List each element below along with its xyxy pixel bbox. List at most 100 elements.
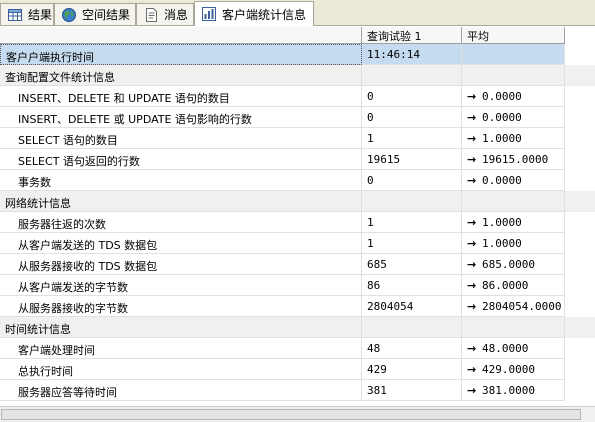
average-cell[interactable]: → 1.0000 (462, 233, 565, 254)
average-value[interactable] (462, 44, 565, 65)
average-value: 2804054.0000 (482, 300, 562, 313)
table-row[interactable]: SELECT 语句返回的行数 19615 → 19615.0000 (0, 149, 595, 170)
trial-value[interactable]: 429 (362, 359, 462, 380)
row-label[interactable]: 客户户端执行时间 (0, 44, 362, 65)
trial-value[interactable]: 19615 (362, 149, 462, 170)
row-label[interactable]: 服务器往返的次数 (0, 212, 362, 233)
tab-client-statistics[interactable]: 客户端统计信息 (194, 1, 314, 26)
table-row[interactable]: 从服务器接收的字节数 2804054 → 2804054.0000 (0, 296, 595, 317)
average-cell[interactable]: → 86.0000 (462, 275, 565, 296)
group-label: 网络统计信息 (0, 191, 362, 212)
average-value: 429.0000 (482, 363, 535, 376)
scrollbar-thumb[interactable] (1, 409, 581, 420)
statistics-icon (201, 6, 217, 22)
horizontal-scrollbar[interactable] (0, 406, 595, 422)
average-value: 1.0000 (482, 237, 522, 250)
row-label[interactable]: 总执行时间 (0, 359, 362, 380)
row-label[interactable]: 从客户端发送的 TDS 数据包 (0, 233, 362, 254)
trial-value[interactable]: 1 (362, 233, 462, 254)
tab-messages[interactable]: 消息 (136, 3, 194, 25)
average-cell[interactable]: → 381.0000 (462, 380, 565, 401)
right-arrow-icon: → (467, 90, 477, 103)
empty-cell (462, 65, 565, 86)
right-arrow-icon: → (467, 174, 477, 187)
grid-icon (7, 7, 23, 23)
average-cell[interactable]: → 0.0000 (462, 170, 565, 191)
row-label[interactable]: INSERT、DELETE 和 UPDATE 语句的数目 (0, 86, 362, 107)
column-header-average[interactable]: 平均 (462, 27, 565, 44)
trial-value[interactable]: 685 (362, 254, 462, 275)
trial-value[interactable]: 2804054 (362, 296, 462, 317)
average-cell[interactable]: → 1.0000 (462, 128, 565, 149)
average-value: 381.0000 (482, 384, 535, 397)
row-label[interactable]: INSERT、DELETE 或 UPDATE 语句影响的行数 (0, 107, 362, 128)
column-header-name[interactable] (0, 27, 362, 44)
row-label[interactable]: 从服务器接收的 TDS 数据包 (0, 254, 362, 275)
average-cell[interactable]: → 429.0000 (462, 359, 565, 380)
trial-value[interactable]: 0 (362, 107, 462, 128)
trial-value[interactable]: 1 (362, 212, 462, 233)
table-row[interactable]: 客户端处理时间 48 → 48.0000 (0, 338, 595, 359)
table-row[interactable]: 从客户端发送的 TDS 数据包 1 → 1.0000 (0, 233, 595, 254)
average-cell[interactable]: → 0.0000 (462, 107, 565, 128)
row-label[interactable]: 从客户端发送的字节数 (0, 275, 362, 296)
average-value: 0.0000 (482, 111, 522, 124)
average-cell[interactable]: → 2804054.0000 (462, 296, 565, 317)
tab-results-label: 结果 (28, 8, 53, 22)
table-row[interactable]: 总执行时间 429 → 429.0000 (0, 359, 595, 380)
right-arrow-icon: → (467, 300, 477, 313)
average-cell[interactable]: → 48.0000 (462, 338, 565, 359)
right-arrow-icon: → (467, 237, 477, 250)
group-header-time: 时间统计信息 (0, 317, 595, 338)
average-cell[interactable]: → 685.0000 (462, 254, 565, 275)
table-row[interactable]: 从服务器接收的 TDS 数据包 685 → 685.0000 (0, 254, 595, 275)
tab-client-statistics-label: 客户端统计信息 (222, 7, 307, 22)
right-arrow-icon: → (467, 363, 477, 376)
table-row[interactable]: 事务数 0 → 0.0000 (0, 170, 595, 191)
row-label[interactable]: 事务数 (0, 170, 362, 191)
average-value: 0.0000 (482, 174, 522, 187)
trial-value[interactable]: 48 (362, 338, 462, 359)
group-label: 查询配置文件统计信息 (0, 65, 362, 86)
tab-spatial-results[interactable]: 空间结果 (54, 3, 136, 25)
average-cell[interactable]: → 19615.0000 (462, 149, 565, 170)
average-value: 685.0000 (482, 258, 535, 271)
trial-value[interactable]: 86 (362, 275, 462, 296)
table-row-client-execution-time[interactable]: 客户户端执行时间 11:46:14 (0, 44, 595, 65)
right-arrow-icon: → (467, 111, 477, 124)
row-label[interactable]: 从服务器接收的字节数 (0, 296, 362, 317)
average-value: 1.0000 (482, 132, 522, 145)
average-value: 1.0000 (482, 216, 522, 229)
column-header-trial[interactable]: 查询试验 1 (362, 27, 462, 44)
table-row[interactable]: 服务器应答等待时间 381 → 381.0000 (0, 380, 595, 401)
empty-cell (462, 317, 565, 338)
globe-icon (61, 7, 77, 23)
empty-cell (362, 317, 462, 338)
right-arrow-icon: → (467, 342, 477, 355)
results-tab-strip: 结果 空间结果 消息 客户端统计信息 (0, 0, 595, 26)
trial-value[interactable]: 0 (362, 170, 462, 191)
empty-cell (362, 65, 462, 86)
right-arrow-icon: → (467, 384, 477, 397)
row-label[interactable]: 服务器应答等待时间 (0, 380, 362, 401)
table-row[interactable]: SELECT 语句的数目 1 → 1.0000 (0, 128, 595, 149)
average-cell[interactable]: → 0.0000 (462, 86, 565, 107)
table-row[interactable]: 从客户端发送的字节数 86 → 86.0000 (0, 275, 595, 296)
table-row[interactable]: INSERT、DELETE 或 UPDATE 语句影响的行数 0 → 0.0000 (0, 107, 595, 128)
trial-value[interactable]: 381 (362, 380, 462, 401)
row-label[interactable]: SELECT 语句返回的行数 (0, 149, 362, 170)
group-header-network: 网络统计信息 (0, 191, 595, 212)
group-header-query-profile: 查询配置文件统计信息 (0, 65, 595, 86)
trial-value[interactable]: 0 (362, 86, 462, 107)
table-row[interactable]: INSERT、DELETE 和 UPDATE 语句的数目 0 → 0.0000 (0, 86, 595, 107)
row-label[interactable]: 客户端处理时间 (0, 338, 362, 359)
tab-results[interactable]: 结果 (0, 3, 54, 25)
empty-cell (462, 191, 565, 212)
trial-value[interactable]: 1 (362, 128, 462, 149)
average-value: 86.0000 (482, 279, 529, 292)
row-label[interactable]: SELECT 语句的数目 (0, 128, 362, 149)
average-cell[interactable]: → 1.0000 (462, 212, 565, 233)
empty-cell (362, 191, 462, 212)
table-row[interactable]: 服务器往返的次数 1 → 1.0000 (0, 212, 595, 233)
trial-value[interactable]: 11:46:14 (362, 44, 462, 65)
